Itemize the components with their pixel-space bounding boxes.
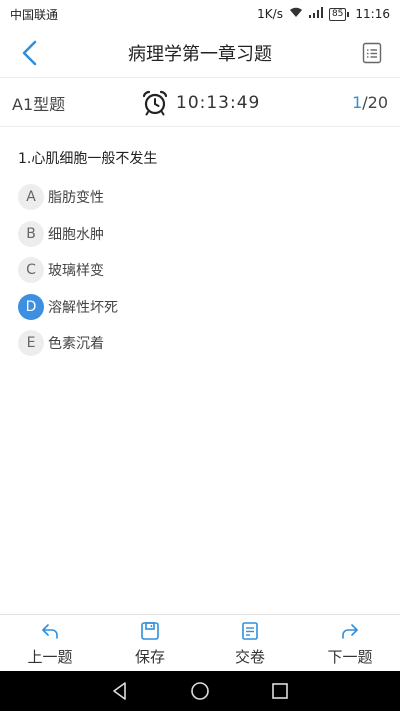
option-c[interactable]: C 玻璃样变	[18, 252, 378, 289]
option-e[interactable]: E 色素沉着	[18, 325, 378, 362]
chevron-left-icon	[22, 40, 37, 66]
option-text: 溶解性坏死	[48, 299, 118, 316]
bottom-toolbar: 上一题 保存 交卷 下一题	[0, 614, 400, 671]
battery-icon: 85	[328, 7, 350, 21]
option-text: 玻璃样变	[48, 263, 104, 280]
signal-icon	[308, 7, 323, 21]
options-list: A 脂肪变性 B 细胞水肿 C 玻璃样变 D 溶解性坏死 E 色素沉着	[18, 179, 378, 362]
option-letter: C	[18, 257, 44, 284]
progress-current: 1	[352, 93, 363, 112]
option-a[interactable]: A 脂肪变性	[18, 179, 378, 216]
list-icon	[362, 42, 382, 64]
option-letter: E	[18, 330, 44, 357]
save-label: 保存	[134, 648, 165, 666]
option-d[interactable]: D 溶解性坏死	[18, 289, 378, 326]
option-letter: A	[18, 184, 44, 211]
clock-time: 11:16	[355, 7, 390, 21]
option-b[interactable]: B 细胞水肿	[18, 216, 378, 253]
question-list-button[interactable]	[362, 42, 382, 64]
submit-sheet-icon	[242, 622, 258, 640]
submit-label: 交卷	[234, 648, 265, 666]
nav-home-icon[interactable]	[189, 680, 211, 702]
nav-recents-icon[interactable]	[269, 680, 291, 702]
option-text: 脂肪变性	[48, 190, 104, 207]
prev-question-button[interactable]: 上一题	[0, 615, 100, 671]
next-question-label: 下一题	[327, 648, 373, 666]
next-question-button[interactable]: 下一题	[300, 615, 400, 671]
battery-level: 85	[328, 7, 347, 21]
status-bar: 中国联通 1K/s 85 11:16	[0, 0, 400, 28]
alarm-clock-icon	[142, 90, 168, 116]
network-speed: 1K/s	[257, 7, 283, 21]
page-title: 病理学第一章习题	[128, 43, 272, 65]
option-text: 色素沉着	[48, 336, 104, 353]
carrier-label: 中国联通	[10, 7, 59, 22]
back-button[interactable]	[18, 40, 44, 66]
option-text: 细胞水肿	[48, 226, 104, 243]
forward-arrow-icon	[342, 624, 358, 639]
title-bar: 病理学第一章习题	[0, 28, 400, 78]
option-letter: B	[18, 220, 44, 247]
timer-value: 10:13:49	[176, 93, 261, 113]
question-progress: 1/20	[352, 93, 388, 112]
timer: 10:13:49	[142, 90, 260, 116]
nav-back-icon[interactable]	[109, 680, 131, 702]
info-bar: A1型题 10:13:49 1/20	[0, 79, 400, 127]
wifi-icon	[289, 7, 303, 21]
progress-total: /20	[362, 93, 388, 112]
question-type: A1型题	[12, 94, 66, 114]
status-icons: 1K/s 85 11:16	[257, 7, 390, 21]
option-letter-selected: D	[18, 293, 44, 320]
save-button[interactable]: 保存	[100, 615, 200, 671]
prev-question-label: 上一题	[27, 648, 73, 666]
reply-arrow-icon	[42, 624, 58, 639]
submit-button[interactable]: 交卷	[200, 615, 300, 671]
question-text: 1.心肌细胞一般不发生	[18, 151, 158, 167]
system-nav-bar	[0, 671, 400, 711]
save-icon	[141, 622, 159, 640]
